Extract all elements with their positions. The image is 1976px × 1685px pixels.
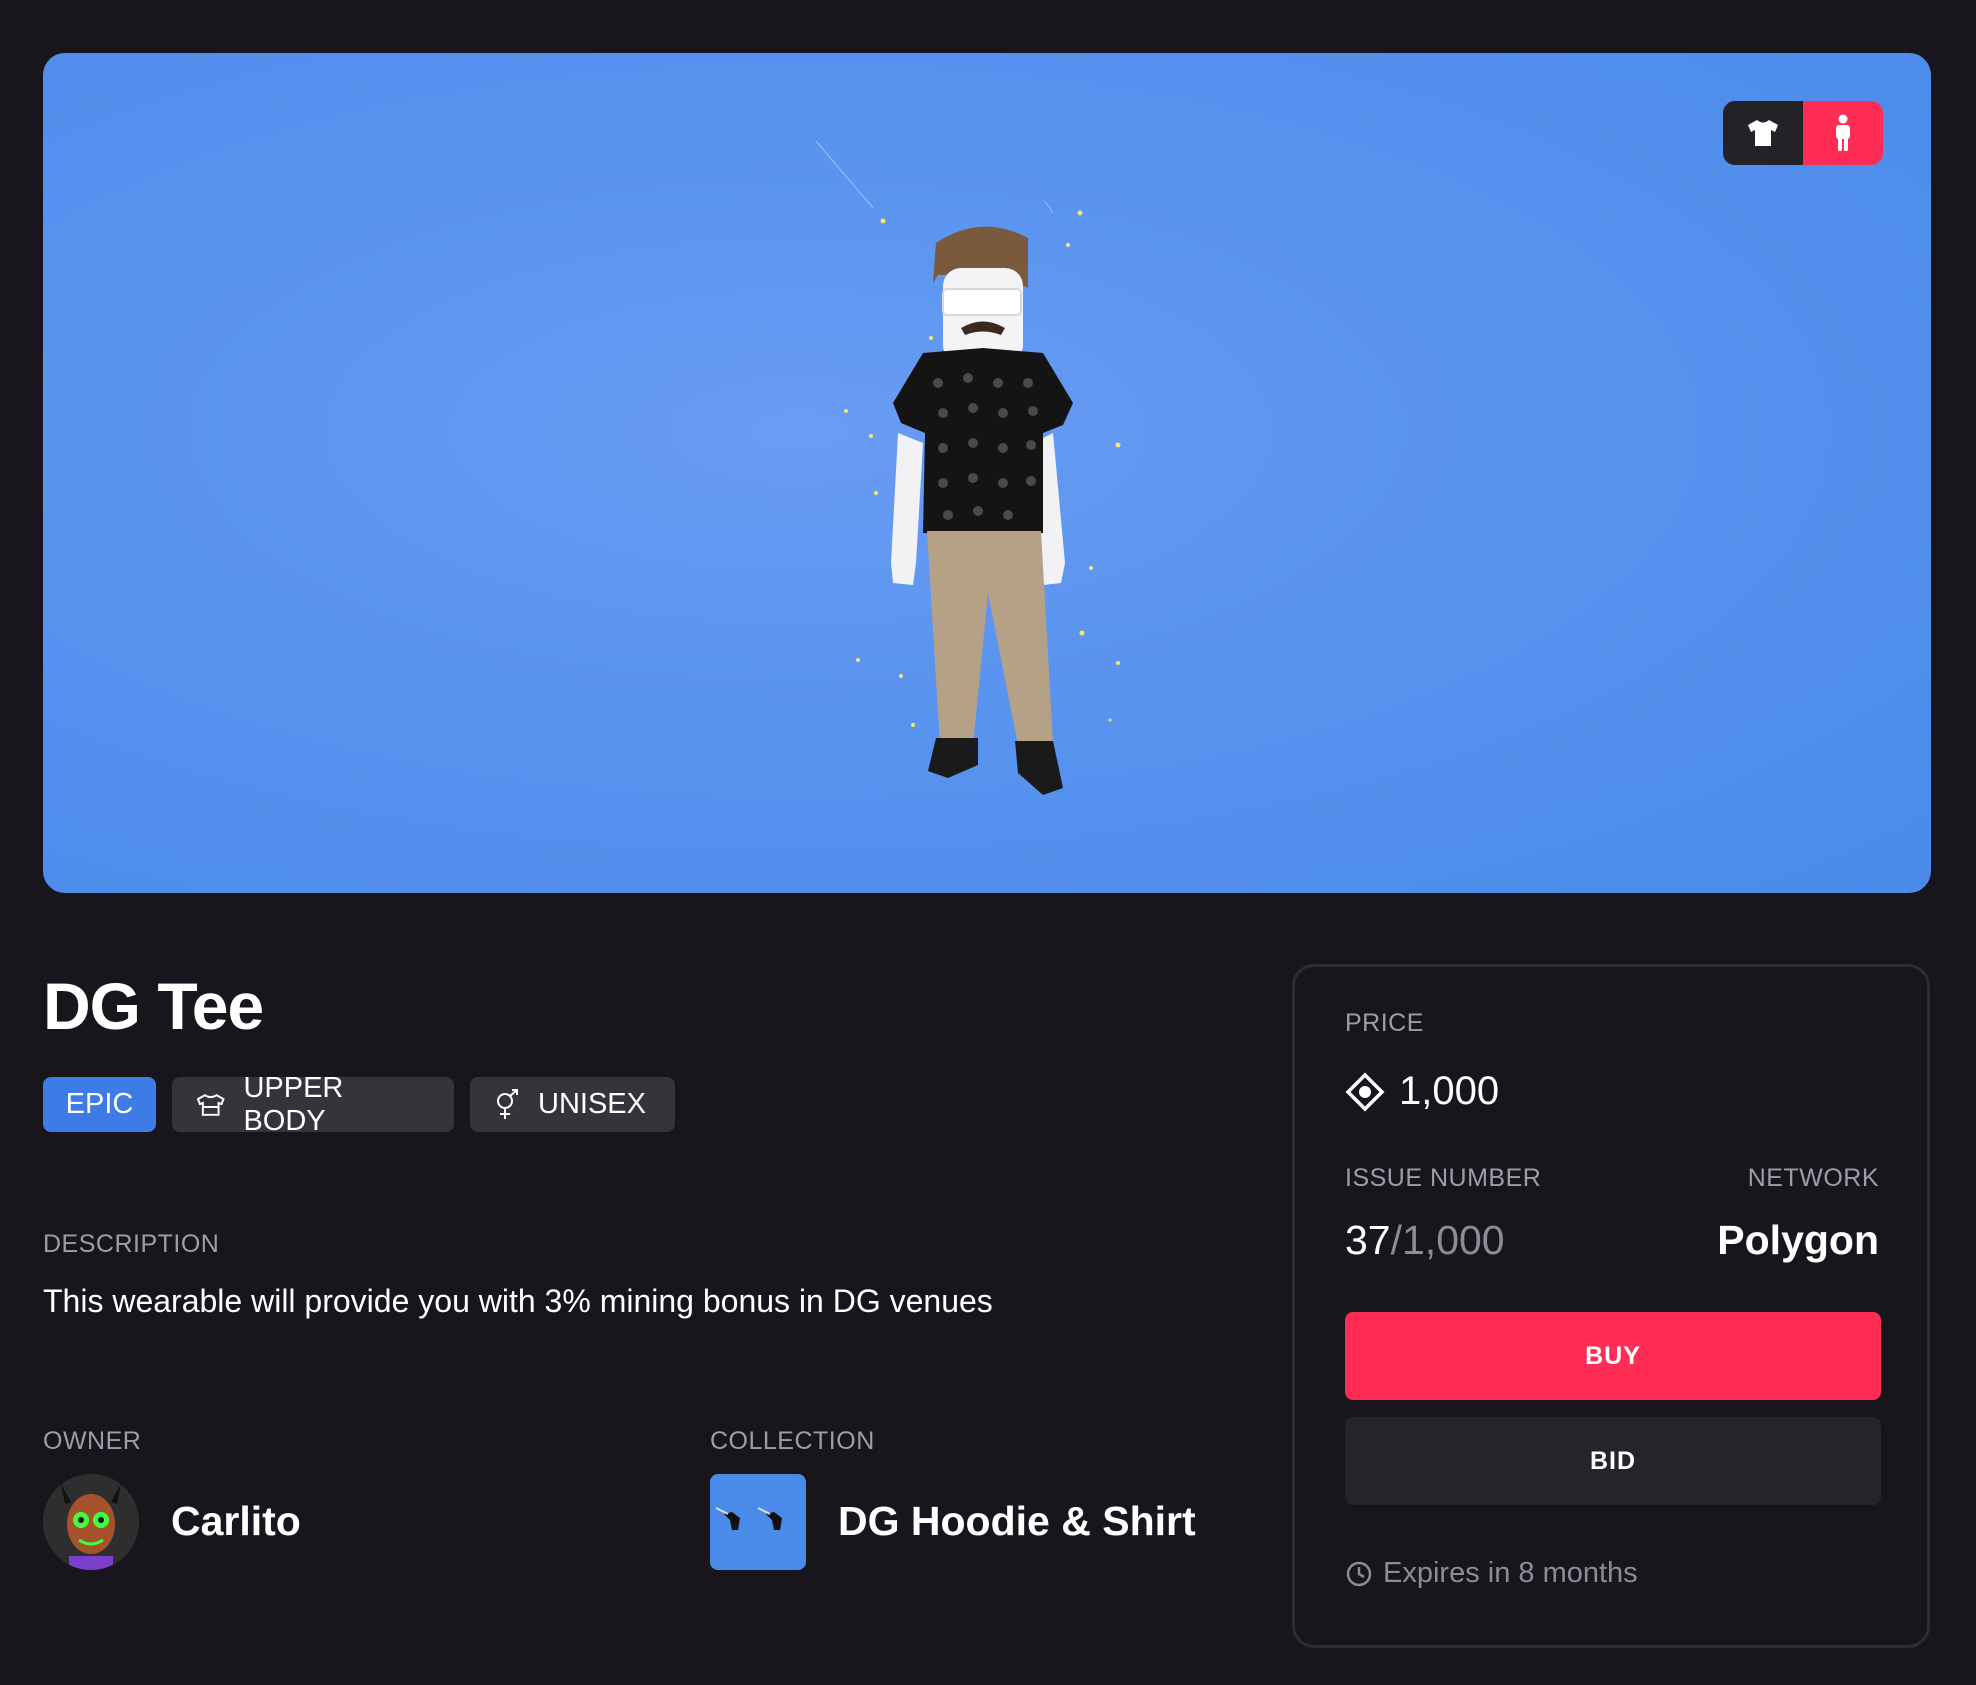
rarity-badge: EPIC (43, 1077, 156, 1132)
bid-button[interactable]: BID (1345, 1417, 1881, 1505)
buy-button[interactable]: BUY (1345, 1312, 1881, 1400)
rarity-label: EPIC (65, 1088, 134, 1120)
mana-icon (1345, 1072, 1385, 1111)
price-amount: 1,000 (1399, 1069, 1500, 1113)
category-badge[interactable]: UPPER BODY (172, 1072, 454, 1137)
issue-number-label: ISSUE NUMBER (1345, 1164, 1542, 1192)
description-label: DESCRIPTION (43, 1230, 220, 1258)
item-title: DG Tee (43, 969, 264, 1043)
owner-avatar[interactable] (43, 1474, 139, 1570)
collection-thumbnail-image (715, 1507, 782, 1530)
gender-badge[interactable]: UNISEX (470, 1077, 675, 1132)
category-label: UPPER BODY (243, 1071, 344, 1137)
issue-number-current: 37 (1345, 1217, 1391, 1263)
network-value: Polygon (1717, 1217, 1879, 1263)
owner-label: OWNER (43, 1427, 142, 1455)
description-text: This wearable will provide you with 3% m… (43, 1283, 993, 1319)
expiration-text: Expires in 8 months (1383, 1557, 1638, 1589)
owner-avatar-image (43, 1474, 139, 1570)
order-card: PRICE 1,000 ISSUE NUMBER 37/1,000 NETWOR… (1292, 964, 1930, 1648)
owner-name[interactable]: Carlito (171, 1498, 301, 1545)
upper-body-icon (196, 1093, 225, 1116)
price-value: 1,000 (1345, 1069, 1499, 1114)
issue-number: 37/1,000 (1345, 1217, 1505, 1264)
clock-icon (1346, 1561, 1372, 1586)
network-label: NETWORK (1747, 1164, 1879, 1192)
expiration-notice: Expires in 8 months (1345, 1557, 1638, 1590)
collection-label: COLLECTION (710, 1427, 875, 1455)
unisex-icon (497, 1088, 518, 1119)
wearable-preview[interactable] (43, 53, 1931, 893)
collection-thumbnail[interactable] (710, 1474, 806, 1570)
gender-label: UNISEX (538, 1088, 646, 1120)
item-badges: EPIC UPPER BODY UNISEX (43, 1072, 675, 1137)
avatar-model (815, 140, 1121, 795)
issue-number-total: /1,000 (1390, 1217, 1505, 1263)
collection-name[interactable]: DG Hoodie & Shirt (838, 1498, 1196, 1545)
price-label: PRICE (1345, 1009, 1424, 1037)
